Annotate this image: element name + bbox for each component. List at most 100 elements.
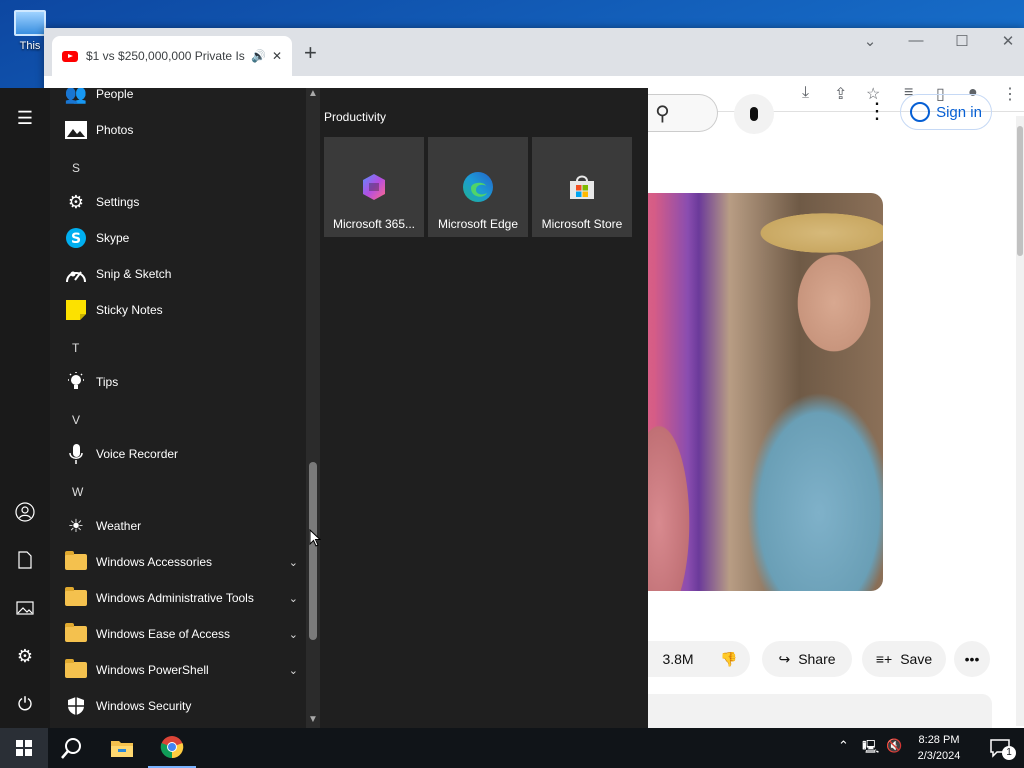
store-icon xyxy=(570,175,594,199)
chrome-menu-icon[interactable]: ⋮ xyxy=(1002,84,1018,104)
browser-tab[interactable]: $1 vs $250,000,000 Private Is 🔊 ✕ xyxy=(52,36,292,76)
app-item-weather[interactable]: ☀ Weather xyxy=(50,508,306,544)
app-item-settings[interactable]: ⚙ Settings xyxy=(50,184,306,220)
file-explorer-button[interactable] xyxy=(98,728,146,768)
maximize-button[interactable]: ☐ xyxy=(942,32,982,50)
tile-microsoft-store[interactable]: Microsoft Store xyxy=(532,137,632,237)
chevron-down-icon: ⌄ xyxy=(288,556,298,569)
dislike-button[interactable]: 👎 xyxy=(708,641,750,677)
network-icon[interactable]: 🖳 xyxy=(862,738,879,760)
letter-header-t[interactable]: T xyxy=(72,341,79,355)
scroll-up-icon[interactable]: ▲ xyxy=(306,88,320,99)
speaker-icon[interactable]: 🔊 xyxy=(251,49,266,63)
tile-microsoft-edge[interactable]: Microsoft Edge xyxy=(428,137,528,237)
folder-icon xyxy=(64,622,88,646)
more-actions-button[interactable]: ••• xyxy=(954,641,990,677)
install-icon[interactable]: ⤓ xyxy=(802,84,809,102)
app-label: Windows Security xyxy=(96,699,192,713)
hamburger-menu-icon[interactable]: ☰ xyxy=(13,106,37,130)
sticky-notes-icon xyxy=(64,298,88,322)
tile-group-title[interactable]: Productivity xyxy=(324,110,386,124)
app-label: Tips xyxy=(96,375,119,389)
settings-gear-icon[interactable]: ⚙ xyxy=(13,644,37,668)
user-account-icon[interactable] xyxy=(13,500,37,524)
app-item-sticky-notes[interactable]: Sticky Notes xyxy=(50,292,306,328)
pictures-icon[interactable] xyxy=(13,596,37,620)
app-label: Photos xyxy=(96,123,134,137)
file-explorer-icon xyxy=(111,741,133,757)
app-item-tips[interactable]: Tips xyxy=(50,364,306,400)
chrome-taskbar-button[interactable] xyxy=(148,728,196,768)
tile-microsoft-365[interactable]: Microsoft 365... xyxy=(324,137,424,237)
folder-icon xyxy=(64,658,88,682)
clock-date: 2/3/2024 xyxy=(917,750,961,762)
gear-icon: ⚙ xyxy=(67,191,85,212)
letter-header-v[interactable]: V xyxy=(72,413,80,427)
clock[interactable]: 8:28 PM 2/3/2024 xyxy=(900,732,978,764)
save-button[interactable]: ≡+ Save xyxy=(862,641,946,677)
taskbar-search-button[interactable] xyxy=(48,728,96,768)
action-center-button[interactable]: 1 xyxy=(976,728,1024,768)
youtube-settings-icon[interactable]: ⋮ xyxy=(866,98,888,124)
minimize-button[interactable]: — xyxy=(896,32,936,49)
scroll-down-icon[interactable]: ▼ xyxy=(306,714,320,725)
page-scrollbar[interactable] xyxy=(1016,116,1024,726)
tile-label: Microsoft 365... xyxy=(332,217,416,231)
app-list-scrollbar[interactable]: ▲ ▼ xyxy=(306,88,320,728)
desktop-icon-label: This xyxy=(19,40,41,52)
app-label: Settings xyxy=(96,195,140,209)
app-label: Skype xyxy=(96,231,130,245)
like-count-label: 3.8M xyxy=(662,651,694,667)
app-item-windows-security[interactable]: Windows Security xyxy=(50,688,306,724)
mouse-cursor-icon xyxy=(309,529,321,547)
app-item-skype[interactable]: S Skype xyxy=(50,220,306,256)
shield-icon xyxy=(64,694,88,718)
app-item-windows-ease-of-access[interactable]: Windows Ease of Access ⌄ xyxy=(50,616,306,652)
save-label: Save xyxy=(900,651,933,667)
share-button[interactable]: ↪ Share xyxy=(762,641,852,677)
start-menu-rail: ☰ ⚙ ⏻ xyxy=(0,88,50,728)
tab-search-icon[interactable]: ⌄ xyxy=(850,32,890,50)
new-tab-button[interactable]: + xyxy=(304,40,317,66)
app-label: Windows Accessories xyxy=(96,555,213,569)
close-tab-icon[interactable]: ✕ xyxy=(272,49,282,63)
thumbs-down-icon: 👎 xyxy=(720,650,738,667)
app-item-windows-accessories[interactable]: Windows Accessories ⌄ xyxy=(50,544,306,580)
description-box[interactable] xyxy=(604,694,992,728)
app-item-people[interactable]: 👥 People xyxy=(50,88,306,112)
tab-title: $1 vs $250,000,000 Private Is xyxy=(86,49,245,63)
clock-time: 8:28 PM xyxy=(918,734,960,746)
app-item-voice-recorder[interactable]: Voice Recorder xyxy=(50,436,306,472)
app-item-photos[interactable]: Photos xyxy=(50,112,306,148)
playlist-add-icon: ≡+ xyxy=(875,651,893,667)
skype-icon: S xyxy=(64,226,88,250)
like-count[interactable]: 3.8M xyxy=(648,641,708,677)
scroll-thumb[interactable] xyxy=(309,462,317,640)
start-button[interactable] xyxy=(0,728,48,768)
youtube-icon xyxy=(62,50,78,62)
app-item-windows-powershell[interactable]: Windows PowerShell ⌄ xyxy=(50,652,306,688)
app-item-windows-admin-tools[interactable]: Windows Administrative Tools ⌄ xyxy=(50,580,306,616)
chevron-down-icon: ⌄ xyxy=(288,664,298,677)
voice-search-button[interactable] xyxy=(734,94,774,134)
folder-icon xyxy=(64,586,88,610)
power-icon[interactable]: ⏻ xyxy=(13,692,37,716)
chevron-down-icon: ⌄ xyxy=(288,592,298,605)
letter-header-s[interactable]: S xyxy=(72,161,80,175)
show-hidden-icons-chevron-icon[interactable]: ⌃ xyxy=(838,738,849,754)
chevron-down-icon: ⌄ xyxy=(288,628,298,641)
share-icon: ↪ xyxy=(778,650,791,667)
taskbar: ⌃ 🖳 🔇 8:28 PM 2/3/2024 1 xyxy=(0,728,1024,768)
share-page-icon[interactable]: ⇪ xyxy=(834,84,847,104)
app-item-snip-sketch[interactable]: Snip & Sketch xyxy=(50,256,306,292)
tile-label: Microsoft Store xyxy=(541,217,623,231)
close-window-button[interactable]: ✕ xyxy=(988,32,1024,50)
search-icon xyxy=(61,738,81,759)
app-label: Snip & Sketch xyxy=(96,267,172,281)
sign-in-label: Sign in xyxy=(936,103,982,121)
letter-header-w[interactable]: W xyxy=(72,485,83,499)
folder-icon xyxy=(64,550,88,574)
documents-icon[interactable] xyxy=(13,548,37,572)
sign-in-button[interactable]: Sign in xyxy=(900,94,992,130)
microphone-icon xyxy=(64,442,88,466)
